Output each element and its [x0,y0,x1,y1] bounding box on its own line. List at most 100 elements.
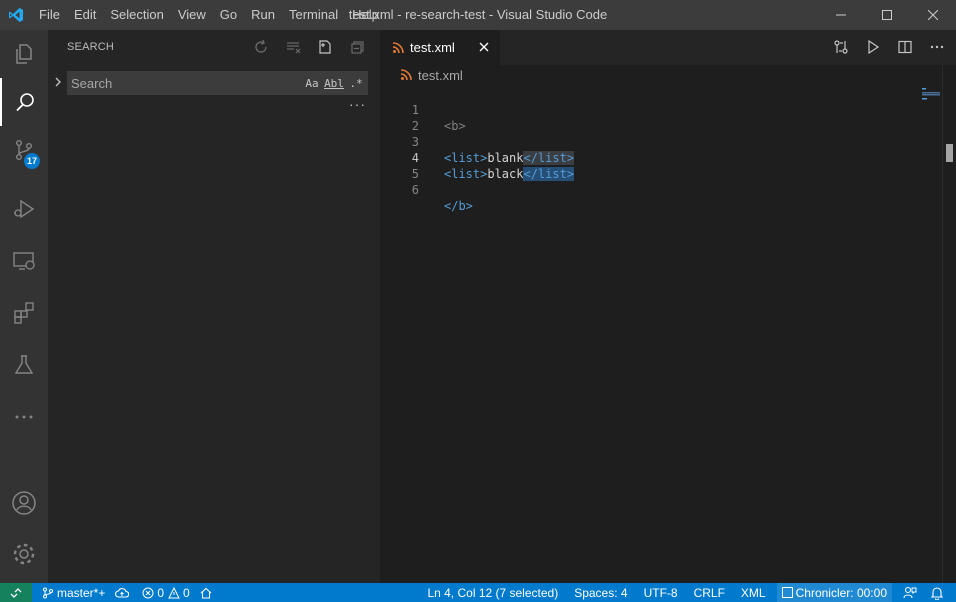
accounts-icon[interactable] [0,479,48,527]
clear-results-button[interactable] [282,36,304,58]
use-regex-toggle[interactable]: .* [346,73,366,93]
chronicler-status[interactable]: Chronicler: 00:00 [776,583,892,602]
code-line: 5 [380,150,942,181]
indentation[interactable]: Spaces: 4 [569,583,632,602]
ellipsis-icon [930,45,944,49]
problems-status[interactable]: 0 0 [137,583,194,602]
cursor-position[interactable]: Ln 4, Col 12 (7 selected) [422,583,563,602]
feedback-button[interactable] [898,583,925,602]
toggle-search-details-button[interactable]: ··· [349,96,366,112]
source-control-badge: 17 [24,153,41,169]
chevron-right-icon [55,77,61,87]
encoding[interactable]: UTF-8 [639,583,683,602]
search-view: SEARCH Aa Abl .* ··· [48,30,380,583]
end-of-line[interactable]: CRLF [689,583,730,602]
remote-explorer-icon[interactable] [0,237,48,285]
menu-run[interactable]: Run [244,0,282,30]
minimize-button[interactable] [818,0,864,30]
remote-indicator[interactable] [0,583,32,602]
window-controls [818,0,956,30]
sidebar-title: SEARCH [67,41,115,53]
sync-button[interactable] [110,583,137,602]
home-icon [200,587,212,599]
maximize-icon [882,10,892,20]
split-editor-icon [898,40,912,54]
code-line: 6 </b> [380,166,942,213]
testing-icon[interactable] [0,341,48,389]
record-square-icon [781,587,793,598]
maximize-button[interactable] [864,0,910,30]
rss-file-icon [400,69,412,81]
menu-terminal[interactable]: Terminal [282,0,345,30]
branch-status[interactable]: master*+ [37,583,110,602]
code-editor[interactable]: 1 <b> 2 3 <list>blank</list> 4 <list>bla… [380,86,942,213]
refresh-icon [255,39,267,53]
warning-count: 0 [183,585,190,600]
tab-label: test.xml [410,40,455,55]
notifications-button[interactable] [925,583,952,602]
menu-go[interactable]: Go [213,0,244,30]
vscode-logo-icon [0,0,32,30]
remote-icon [10,587,22,598]
error-icon [142,587,154,598]
menu-bar: File Edit Selection View Go Run Terminal… [32,0,386,30]
scrollbar-thumb[interactable] [946,144,953,162]
open-changes-button[interactable] [830,36,852,58]
status-bar: master*+ 0 0 Ln 4, Col 12 (7 selected) S… [0,583,956,602]
collapse-all-icon [351,41,364,54]
settings-gear-icon[interactable] [0,530,48,578]
more-actions-button[interactable] [926,36,948,58]
breadcrumb[interactable]: test.xml [400,66,463,84]
error-count: 0 [157,585,165,600]
refresh-button[interactable] [250,36,272,58]
line-number: 6 [411,183,419,197]
home-button[interactable] [195,583,220,602]
menu-edit[interactable]: Edit [67,0,103,30]
run-button[interactable] [862,36,884,58]
branch-name: master*+ [57,585,106,600]
editor-area: test.xml test.xml 1 <b> 2 3 <list>blank<… [380,30,956,583]
extensions-icon[interactable] [0,289,48,337]
bell-icon [930,586,944,600]
code-line-current: 4 <list>black</list> [380,134,942,181]
breadcrumb-file: test.xml [418,67,463,83]
menu-help[interactable]: Help [345,0,386,30]
search-icon[interactable] [0,78,48,126]
vertical-scrollbar[interactable] [942,65,956,583]
minimap[interactable] [922,86,942,106]
git-branch-icon [43,587,53,598]
search-box: Aa Abl .* [67,71,368,95]
editor-tabs: test.xml [380,30,956,65]
split-editor-button[interactable] [894,36,916,58]
search-input[interactable] [67,71,302,95]
code-line: 3 <list>blank</list> [380,118,942,165]
explorer-icon[interactable] [0,30,48,78]
play-icon [868,39,880,55]
match-whole-word-toggle[interactable]: Abl [324,73,344,93]
match-case-toggle[interactable]: Aa [302,73,322,93]
close-window-button[interactable] [910,0,956,30]
source-control-icon[interactable]: 17 [0,126,48,174]
chronicler-label: Chronicler: 00:00 [795,585,887,600]
git-compare-icon [834,40,848,54]
cloud-upload-icon [115,587,130,598]
tab-close-button[interactable] [476,39,492,55]
editor-actions [830,36,948,58]
menu-file[interactable]: File [32,0,67,30]
more-icon[interactable] [0,393,48,441]
tab-test-xml[interactable]: test.xml [380,30,500,65]
collapse-all-button[interactable] [346,36,368,58]
toggle-replace-button[interactable] [52,74,64,90]
code-line: 1 <b> [380,86,942,133]
language-mode[interactable]: XML [736,583,771,602]
menu-view[interactable]: View [171,0,213,30]
menu-selection[interactable]: Selection [103,0,170,30]
search-view-actions [250,36,368,58]
close-icon [479,42,489,52]
new-file-icon [319,40,331,54]
xml-tag: </b> [444,199,473,213]
warning-icon [168,586,180,598]
new-search-editor-button[interactable] [314,36,336,58]
run-debug-icon[interactable] [0,185,48,233]
code-line: 2 [380,102,942,133]
